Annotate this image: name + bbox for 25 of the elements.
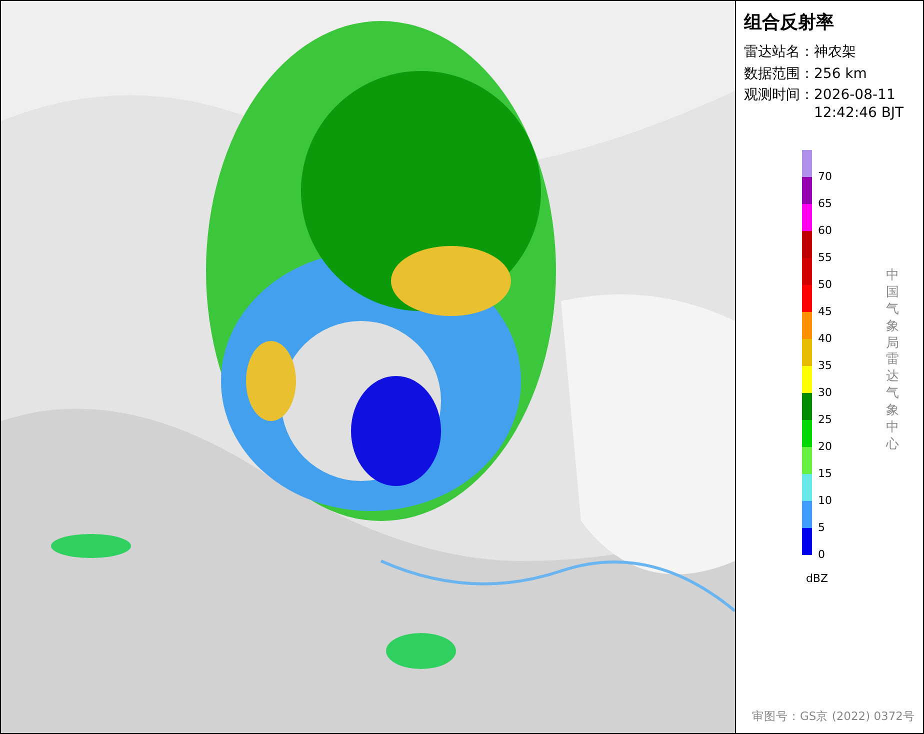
info-value: 256 km [814, 66, 867, 83]
legend-label: 0 [818, 549, 825, 561]
info-label: 雷达站名： [744, 44, 814, 62]
legend-label: 40 [818, 333, 832, 345]
legend-label: 5 [818, 522, 825, 534]
legend-label: 15 [818, 468, 832, 480]
info-label: 数据范围： [744, 66, 814, 83]
legend-label: 65 [818, 198, 832, 210]
legend-label: 25 [818, 414, 832, 426]
legend-label: 50 [818, 279, 832, 291]
legend-label: 20 [818, 441, 832, 453]
legend-label: 10 [818, 495, 832, 507]
info-value: 2026-08-11 12:42:46 BJT [814, 87, 905, 122]
unit-label: dBZ [806, 571, 828, 587]
info-label: 观测时间： [744, 87, 814, 105]
approval-number: 审图号：GS京 (2022) 0372号 [750, 708, 915, 725]
legend-label: 30 [818, 387, 832, 399]
info-value: 神农架 [814, 44, 856, 62]
legend-label: 55 [818, 252, 832, 264]
legend-label: 70 [818, 171, 832, 183]
legend-label: 45 [818, 306, 832, 318]
credit-text: 中国气象局雷达气象中心 [886, 268, 899, 454]
legend-label: 35 [818, 360, 832, 372]
legend-label: 60 [818, 225, 832, 237]
panel-title: 组合反射率 [744, 11, 835, 35]
